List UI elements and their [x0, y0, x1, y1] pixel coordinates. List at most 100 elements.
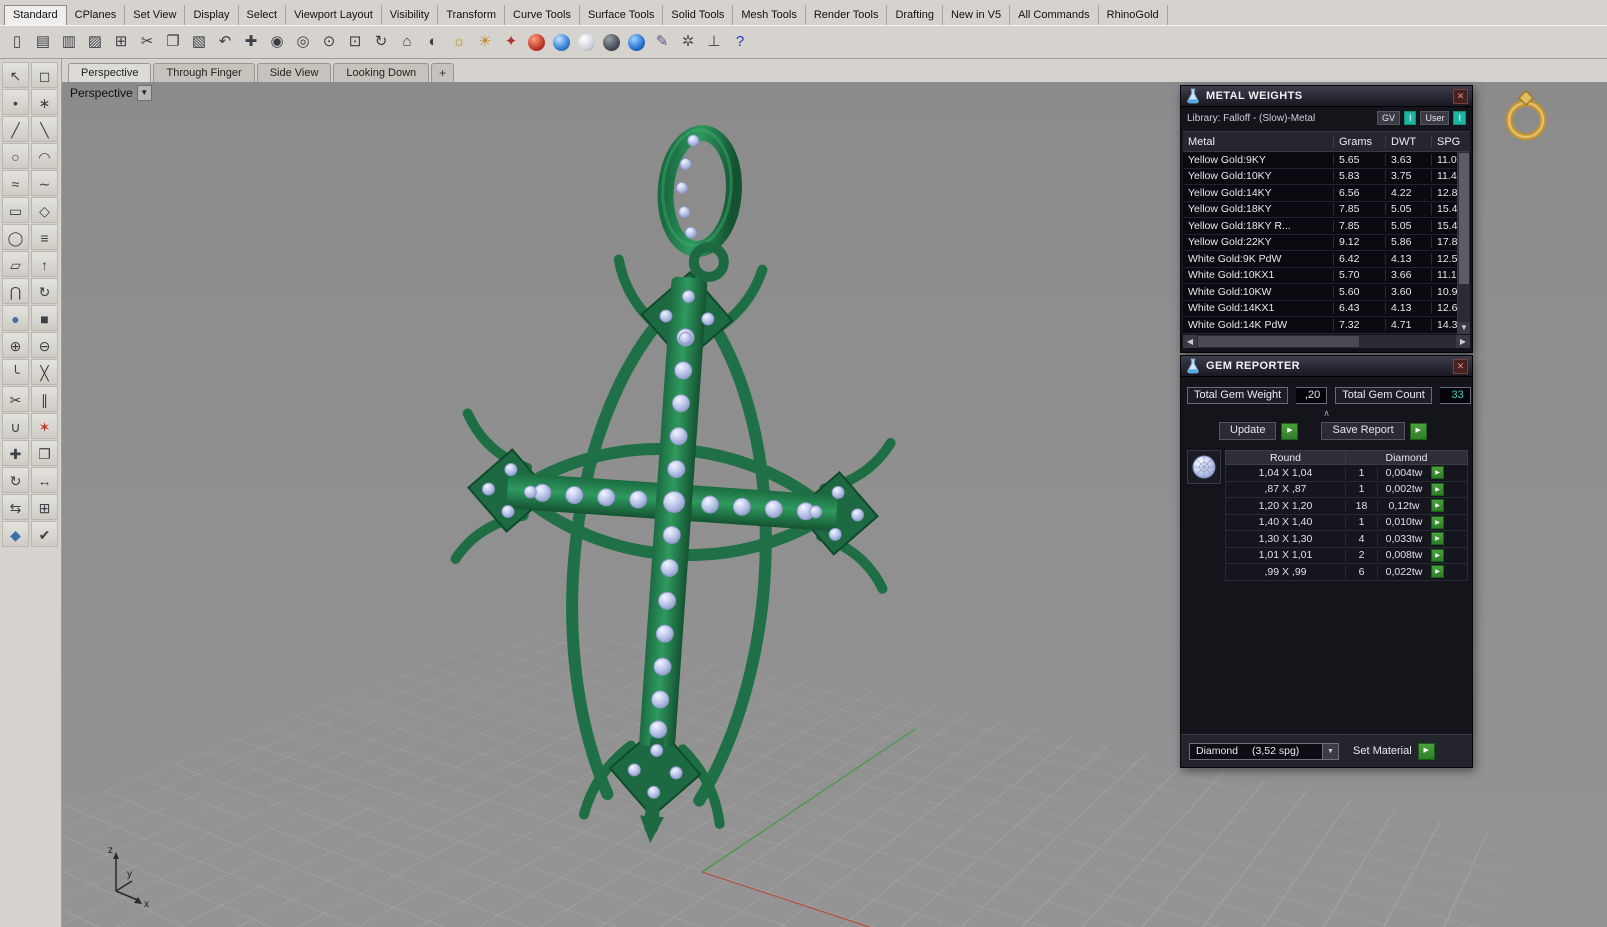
offset-icon[interactable]: ≡ — [31, 224, 58, 250]
menu-item-all-commands[interactable]: All Commands — [1010, 5, 1099, 25]
rectangle-icon[interactable]: ▭ — [2, 197, 29, 223]
gem-row[interactable]: 1,30 X 1,30 4 0,033tw ▶ — [1225, 531, 1468, 548]
scale-icon[interactable]: ↔ — [31, 467, 58, 493]
circle-icon[interactable]: ○ — [2, 143, 29, 169]
set-material-button[interactable]: Set Material — [1353, 745, 1412, 757]
save-file-icon[interactable]: ▥ — [58, 31, 80, 53]
total-gem-weight-value[interactable]: ,20 — [1296, 387, 1328, 404]
cplane-icon[interactable]: ⊥ — [703, 31, 725, 53]
ellipse-icon[interactable]: ◯ — [2, 224, 29, 250]
viewport-tab-side-view[interactable]: Side View — [256, 63, 332, 82]
menu-item-new-in-v5[interactable]: New in V5 — [943, 5, 1011, 25]
menu-item-transform[interactable]: Transform — [438, 5, 506, 25]
row-action-icon[interactable]: ▶ — [1431, 466, 1444, 480]
render-sphere-blue-icon[interactable] — [553, 33, 570, 51]
metal-row[interactable]: Yellow Gold:18KY 7.85 5.05 15.41 — [1183, 201, 1470, 218]
render-icon[interactable]: ☼ — [448, 31, 470, 53]
mirror-icon[interactable]: ⇆ — [2, 494, 29, 520]
surface-icon[interactable]: ▱ — [2, 251, 29, 277]
point-icon[interactable]: • — [2, 89, 29, 115]
chevron-down-icon[interactable]: ▼ — [136, 85, 152, 101]
column-header-grams[interactable]: Grams — [1334, 135, 1386, 148]
new-viewport-tab-button[interactable]: + — [431, 63, 455, 82]
metal-row[interactable]: White Gold:10KW 5.60 3.60 10.99 — [1183, 284, 1470, 301]
handle-curve-icon[interactable]: ∼ — [31, 170, 58, 196]
deselect-icon[interactable]: ◻ — [31, 62, 58, 88]
paste-icon[interactable]: ▧ — [188, 31, 210, 53]
copy-icon[interactable]: ❐ — [162, 31, 184, 53]
polyline-icon[interactable]: ╲ — [31, 116, 58, 142]
gem-row[interactable]: ,99 X ,99 6 0,022tw ▶ — [1225, 564, 1468, 581]
curve-icon[interactable]: ≈ — [2, 170, 29, 196]
zoom-selected-icon[interactable]: ⊙ — [318, 31, 340, 53]
copy-tool-icon[interactable]: ❐ — [31, 440, 58, 466]
fillet-icon[interactable]: ╰ — [2, 359, 29, 385]
menu-item-render-tools[interactable]: Render Tools — [806, 5, 888, 25]
metal-row[interactable]: White Gold:14K PdW 7.32 4.71 14.37 — [1183, 317, 1470, 334]
pan-view-icon[interactable]: ✚ — [240, 31, 262, 53]
close-icon[interactable]: ✕ — [1453, 358, 1468, 374]
column-header-metal[interactable]: Metal — [1183, 135, 1334, 148]
collapse-chevron-icon[interactable]: ∧ — [1181, 408, 1472, 418]
gumball-icon[interactable]: ◆ — [2, 521, 29, 547]
toolbar-layout-icon[interactable]: ⊞ — [110, 31, 132, 53]
chevron-down-icon[interactable]: ▼ — [1322, 743, 1338, 759]
menu-item-display[interactable]: Display — [185, 5, 239, 25]
row-action-icon[interactable]: ▶ — [1431, 515, 1444, 529]
arc-icon[interactable]: ◠ — [31, 143, 58, 169]
zoom-dynamic-icon[interactable]: ◉ — [266, 31, 288, 53]
select-icon[interactable]: ↖ — [2, 62, 29, 88]
column-header-gem[interactable]: Diamond — [1346, 451, 1467, 464]
gem-row[interactable]: ,87 X ,87 1 0,002tw ▶ — [1225, 481, 1468, 498]
lightbulb-icon[interactable]: ☀ — [474, 31, 496, 53]
row-action-icon[interactable]: ▶ — [1431, 482, 1444, 496]
set-material-go-icon[interactable]: ▶ — [1417, 742, 1435, 760]
metal-weights-header[interactable]: METAL WEIGHTS ✕ — [1181, 86, 1472, 107]
zoom-extents-icon[interactable]: ⊡ — [344, 31, 366, 53]
update-button[interactable]: Update — [1219, 422, 1277, 440]
viewport-title-menu[interactable]: Perspective ▼ — [70, 85, 152, 101]
menu-item-standard[interactable]: Standard — [4, 5, 67, 25]
close-icon[interactable]: ✕ — [1453, 88, 1468, 104]
viewport-tab-through-finger[interactable]: Through Finger — [153, 63, 255, 82]
scroll-down-icon[interactable]: ▼ — [1458, 321, 1470, 334]
metal-row[interactable]: Yellow Gold:9KY 5.65 3.63 11.08 — [1183, 152, 1470, 169]
user-toggle-label[interactable]: User — [1420, 111, 1450, 125]
row-action-icon[interactable]: ▶ — [1431, 499, 1444, 513]
material-red-icon[interactable] — [528, 33, 545, 51]
save-report-button[interactable]: Save Report — [1321, 422, 1405, 440]
rotate-icon[interactable]: ↻ — [2, 467, 29, 493]
metal-row[interactable]: Yellow Gold:22KY 9.12 5.86 17.89 — [1183, 234, 1470, 251]
gv-toggle-state[interactable]: I — [1403, 111, 1417, 125]
menu-item-surface-tools[interactable]: Surface Tools — [580, 5, 664, 25]
viewport-tab-looking-down[interactable]: Looking Down — [333, 63, 430, 82]
metal-row[interactable]: Yellow Gold:10KY 5.83 3.75 11.44 — [1183, 168, 1470, 185]
user-toggle-state[interactable]: I — [1453, 111, 1466, 125]
gem-reporter-header[interactable]: GEM REPORTER ✕ — [1181, 356, 1472, 377]
gem-thumbnail[interactable] — [1187, 450, 1221, 484]
split-icon[interactable]: ∥ — [31, 386, 58, 412]
metal-row[interactable]: White Gold:10KX1 5.70 3.66 11.18 — [1183, 267, 1470, 284]
update-go-icon[interactable]: ▶ — [1281, 422, 1299, 440]
viewport-tab-perspective[interactable]: Perspective — [68, 63, 152, 82]
column-header-shape[interactable]: Round — [1226, 451, 1346, 464]
scroll-left-icon[interactable]: ◀ — [1183, 334, 1197, 348]
gem-row[interactable]: 1,20 X 1,20 18 0,12tw ▶ — [1225, 498, 1468, 515]
scroll-right-icon[interactable]: ▶ — [1456, 334, 1470, 348]
revolve-icon[interactable]: ↻ — [31, 278, 58, 304]
metal-row[interactable]: White Gold:14KX1 6.43 4.13 12.61 — [1183, 300, 1470, 317]
row-action-icon[interactable]: ▶ — [1431, 532, 1444, 546]
gv-toggle-label[interactable]: GV — [1376, 111, 1400, 125]
array-icon[interactable]: ⊞ — [31, 494, 58, 520]
scrollbar-thumb[interactable] — [1198, 335, 1359, 347]
sphere-dark-icon[interactable] — [603, 33, 620, 51]
total-gem-count-value[interactable]: 33 — [1439, 387, 1471, 404]
undo-icon[interactable]: ↶ — [214, 31, 236, 53]
menu-item-visibility[interactable]: Visibility — [382, 5, 439, 25]
metal-row[interactable]: White Gold:9K PdW 6.42 4.13 12.59 — [1183, 251, 1470, 268]
menu-item-rhinogold[interactable]: RhinoGold — [1099, 5, 1168, 25]
new-file-icon[interactable]: ▯ — [6, 31, 28, 53]
print-icon[interactable]: ▨ — [84, 31, 106, 53]
row-action-icon[interactable]: ▶ — [1431, 548, 1444, 562]
sweep-icon[interactable]: ⋂ — [2, 278, 29, 304]
